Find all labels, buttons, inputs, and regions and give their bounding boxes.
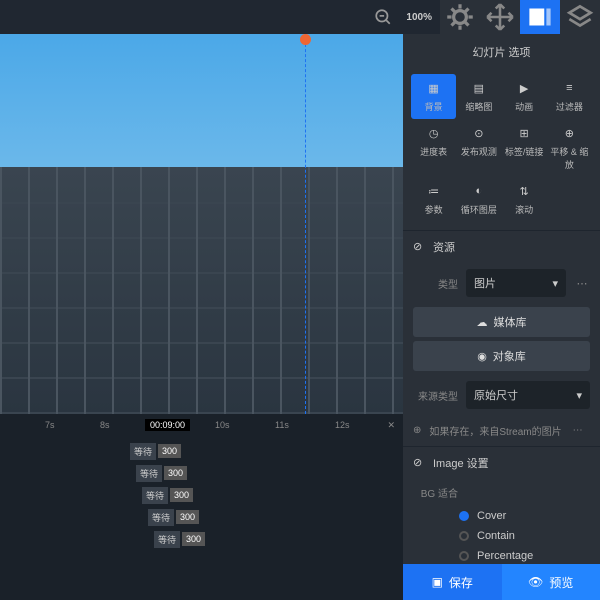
src-type-select[interactable]: 原始尺寸▾ <box>466 381 590 409</box>
grid-icon: ⊞ <box>516 125 532 141</box>
timeline-header: 7s 8s 00:09:00 10s 11s 12s ✕ <box>0 414 403 436</box>
media-library-button[interactable]: ☁媒体库 <box>413 307 590 337</box>
keyframe-label: 等待 <box>142 487 168 504</box>
keyframe-value: 300 <box>164 466 187 480</box>
object-library-button[interactable]: ◉对象库 <box>413 341 590 371</box>
grid-icon: ▤ <box>471 80 487 96</box>
link-icon: ⊘ <box>413 240 427 254</box>
image-header[interactable]: ⊘Image 设置 <box>403 447 600 479</box>
more-icon[interactable]: ⋯ <box>574 277 590 290</box>
grid-icon: ⊙ <box>471 125 487 141</box>
fit-radio[interactable]: Cover <box>403 506 600 526</box>
grid-icon: ▶ <box>516 80 532 96</box>
cloud-icon: ☁ <box>477 316 488 329</box>
save-button[interactable]: ▣保存 <box>403 564 502 600</box>
footer: ▣保存 👁预览 <box>403 564 600 600</box>
grid-icon: ◐ <box>471 183 487 199</box>
grid-item-6[interactable]: ⊞标签/链接 <box>502 119 547 177</box>
panel-title: 幻灯片 选项 <box>403 34 600 70</box>
radio-dot <box>459 551 469 561</box>
fit-radio[interactable]: Percentage <box>403 546 600 566</box>
radio-dot <box>459 511 469 521</box>
timeline: 7s 8s 00:09:00 10s 11s 12s ✕ 等待300等待300等… <box>0 414 403 600</box>
radio-dot <box>459 531 469 541</box>
grid-icon: ≔ <box>426 183 442 199</box>
timeline-row[interactable]: 等待300 <box>0 528 403 550</box>
globe-icon: ⊕ <box>413 425 421 436</box>
keyframe-value: 300 <box>170 488 193 502</box>
side-panel: 幻灯片 选项 ▦背景▤缩略图▶动画≡过滤器 ◷进度表⊙发布观测⊞标签/链接⊕平移 … <box>403 34 600 600</box>
keyframe-label: 等待 <box>154 531 180 548</box>
grid-item-5[interactable]: ⊙发布观测 <box>456 119 501 177</box>
timeline-row[interactable]: 等待300 <box>0 440 403 462</box>
chevron-down-icon: ▾ <box>576 389 582 402</box>
grid-item-3[interactable]: ≡过滤器 <box>547 74 592 119</box>
eye-icon: 👁 <box>528 575 543 589</box>
grid-item-10[interactable]: ⇅滚动 <box>502 177 547 222</box>
tab-settings[interactable] <box>440 0 480 34</box>
timeline-row[interactable]: 等待300 <box>0 462 403 484</box>
keyframe-label: 等待 <box>130 443 156 460</box>
current-time: 00:09:00 <box>145 419 190 431</box>
keyframe-value: 300 <box>176 510 199 524</box>
timeline-row[interactable]: 等待300 <box>0 506 403 528</box>
preview-button[interactable]: 👁预览 <box>502 564 600 600</box>
grid-item-4[interactable]: ◷进度表 <box>411 119 456 177</box>
link-icon: ⊘ <box>413 456 427 470</box>
playhead-line <box>305 34 306 414</box>
grid-item-0[interactable]: ▦背景 <box>411 74 456 119</box>
grid-icon: ≡ <box>561 80 577 96</box>
grid-icon: ⇅ <box>516 183 532 199</box>
zoom-level[interactable]: 100% <box>406 12 432 23</box>
camera-icon: ◉ <box>477 350 487 363</box>
playhead-handle[interactable] <box>300 34 311 45</box>
grid-item-8[interactable]: ≔参数 <box>411 177 456 222</box>
tab-slide[interactable] <box>520 0 560 34</box>
more-icon[interactable]: ⋯ <box>570 425 586 436</box>
grid-item-2[interactable]: ▶动画 <box>502 74 547 119</box>
grid-icon: ◷ <box>426 125 442 141</box>
close-icon[interactable]: ✕ <box>387 420 395 431</box>
source-header[interactable]: ⊘资源 <box>403 231 600 263</box>
tab-move[interactable] <box>480 0 520 34</box>
panel-tabs <box>440 0 600 34</box>
chevron-down-icon: ▾ <box>552 277 558 290</box>
keyframe-label: 等待 <box>136 465 162 482</box>
canvas-viewport[interactable] <box>0 34 403 414</box>
grid-icon: ⊕ <box>561 125 577 141</box>
grid-item-9[interactable]: ◐循环图层 <box>456 177 501 222</box>
keyframe-value: 300 <box>182 532 205 546</box>
timeline-row[interactable]: 等待300 <box>0 484 403 506</box>
save-icon: ▣ <box>432 575 443 589</box>
tab-layers[interactable] <box>560 0 600 34</box>
grid-item-1[interactable]: ▤缩略图 <box>456 74 501 119</box>
zoom-out-icon[interactable] <box>374 8 392 26</box>
fit-radio[interactable]: Contain <box>403 526 600 546</box>
grid-item-7[interactable]: ⊕平移 & 缩放 <box>547 119 592 177</box>
grid-icon: ▦ <box>426 80 442 96</box>
type-select[interactable]: 图片▾ <box>466 269 566 297</box>
keyframe-label: 等待 <box>148 509 174 526</box>
keyframe-value: 300 <box>158 444 181 458</box>
